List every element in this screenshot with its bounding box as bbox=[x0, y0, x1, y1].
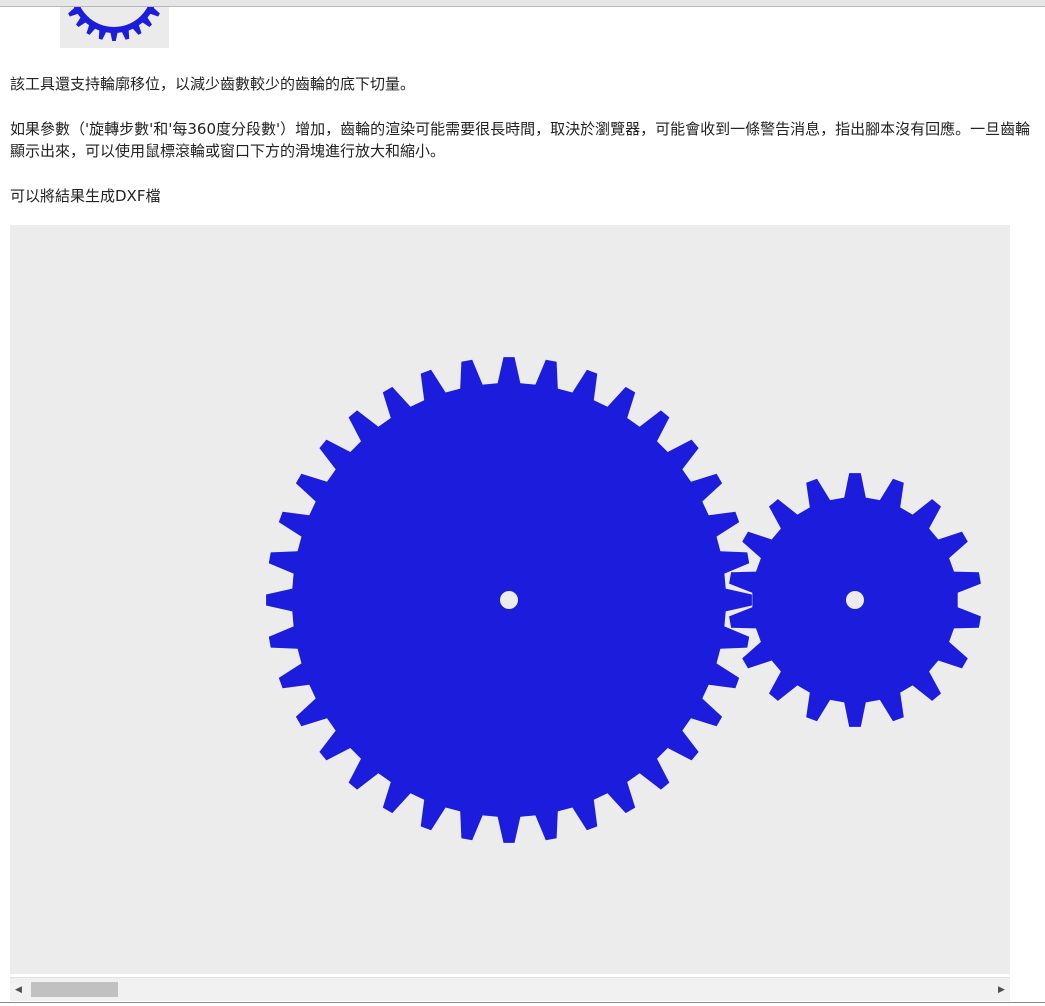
window-top-edge bbox=[0, 0, 1045, 7]
profile-shift-paragraph: 該工具還支持輪廓移位，以減少齒數較少的齒輪的底下切量。 bbox=[10, 75, 416, 93]
gear-thumbnail-image bbox=[68, 7, 160, 41]
gear-drawing[interactable] bbox=[10, 225, 1010, 974]
gear-canvas[interactable] bbox=[10, 225, 1010, 974]
gear-thumbnail bbox=[60, 7, 169, 48]
large-gear-hub-hole bbox=[500, 591, 518, 609]
horizontal-scrollbar[interactable]: ◀ ▶ bbox=[10, 977, 1010, 1001]
window-bottom-edge bbox=[0, 1002, 1045, 1006]
small-gear-hub-hole bbox=[846, 591, 864, 609]
dxf-export-paragraph: 可以將結果生成DXF檔 bbox=[10, 187, 161, 205]
scroll-left-arrow-icon[interactable]: ◀ bbox=[10, 978, 27, 1001]
scrollbar-thumb[interactable] bbox=[31, 982, 118, 997]
scroll-right-arrow-icon[interactable]: ▶ bbox=[993, 978, 1010, 1001]
performance-note-paragraph: 如果參數（'旋轉步數'和'每360度分段數'）增加，齒輪的渲染可能需要很長時間，… bbox=[10, 120, 1031, 160]
